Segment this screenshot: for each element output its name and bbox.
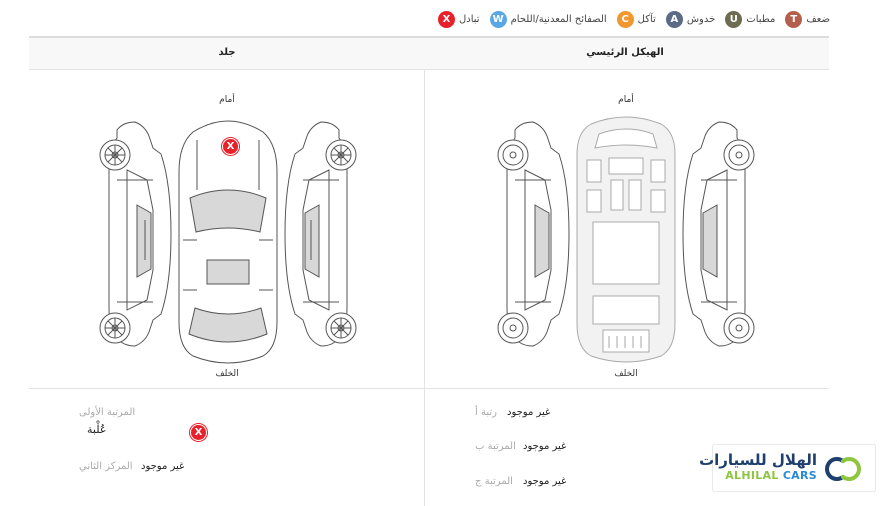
row-divider <box>29 388 829 389</box>
legend-badge: X <box>438 10 455 28</box>
legend-item: تآكل C <box>616 10 656 28</box>
legend-item: خدوش A <box>665 10 716 28</box>
legend-badge: U <box>725 10 743 28</box>
legend-item: الصفائح المعدنية/اللحام W <box>489 10 607 28</box>
rank-a-value: غير موجود <box>507 407 551 418</box>
hood-exchange-mark[interactable]: X <box>222 138 239 155</box>
legend-label: تآكل <box>637 13 656 25</box>
damage-legend: ضعف T مطبات U خدوش A تآكل C الصفائح المعدنية/الل… <box>438 8 830 30</box>
legend-label: تبادل <box>459 13 480 25</box>
legend-badge: W <box>489 10 507 28</box>
legend-label: خدوش <box>686 13 716 25</box>
legend-item: مطبات U <box>725 10 776 28</box>
rank-b-value: غير موجود <box>523 441 567 452</box>
skin-column-title: جلد <box>218 47 236 58</box>
legend-label: مطبات <box>746 13 776 25</box>
rank-second-label: المركز الثاني <box>79 461 133 472</box>
column-divider <box>424 70 425 506</box>
logo-rings-icon <box>825 457 861 481</box>
left-front-label: أمام <box>219 95 235 105</box>
logo-english-cars: CARS <box>782 469 817 482</box>
right-wheel-front <box>325 139 357 171</box>
legend-badge: T <box>785 10 803 28</box>
legend-label: الصفائح المعدنية/اللحام <box>510 13 607 25</box>
logo-english-alhilal: ALHILAL <box>725 469 779 482</box>
left-wheel-rear <box>99 312 131 344</box>
rank-second-value: غير موجود <box>141 461 185 472</box>
table-header: جلد الهيكل الرئيسي <box>29 38 829 70</box>
main-frame-column-title: الهيكل الرئيسي <box>586 47 664 58</box>
legend-label: ضعف <box>806 13 830 25</box>
legend-badge: A <box>665 10 683 28</box>
legend-item: تبادل X <box>438 10 480 28</box>
rank-first-label: المرتبة الأولى <box>79 407 136 418</box>
right-front-label: أمام <box>618 95 634 105</box>
frame-top-view <box>576 116 676 363</box>
top-view <box>178 120 278 364</box>
left-wheel-front <box>99 139 131 171</box>
logo-arabic-text: الهلال للسيارات <box>699 451 817 469</box>
logo-english-text: ALHILAL CARS <box>725 469 817 482</box>
alhilal-cars-logo: الهلال للسيارات ALHILAL CARS <box>699 444 876 492</box>
inspection-panel: جلد الهيكل الرئيسي أمام الخلف X أمام الخ… <box>29 36 829 506</box>
rank-first-exchange-mark[interactable]: X <box>190 424 207 441</box>
legend-item: ضعف T <box>785 10 830 28</box>
frame-car-diagram <box>497 116 755 363</box>
right-wheel-rear <box>325 312 357 344</box>
rank-c-value: غير موجود <box>523 476 567 487</box>
legend-badge: C <box>616 10 634 28</box>
rank-b-label: المرتبة ب <box>475 441 516 452</box>
rank-first-value: عُلْبة <box>87 423 107 436</box>
rank-c-label: المرتبة ج <box>475 476 513 487</box>
rank-a-label: رتبة أ <box>475 407 497 418</box>
